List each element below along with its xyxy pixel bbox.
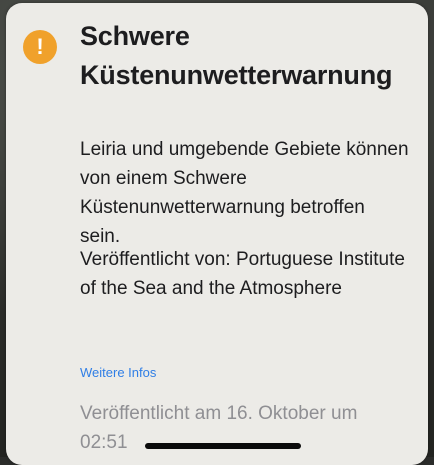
home-indicator[interactable] <box>145 443 301 449</box>
alert-issuer: Veröffentlicht von: Portuguese Institute… <box>80 249 405 299</box>
alert-title: Schwere Küstenunwetterwarnung <box>80 21 393 90</box>
weather-alert-card: ! Schwere Küstenunwetterwarnung Leiria u… <box>6 3 428 465</box>
alert-description: Leiria und umgebende Gebiete können von … <box>80 139 409 247</box>
more-info-link[interactable]: Weitere Infos <box>80 364 156 382</box>
exclamation-icon: ! <box>23 30 57 64</box>
